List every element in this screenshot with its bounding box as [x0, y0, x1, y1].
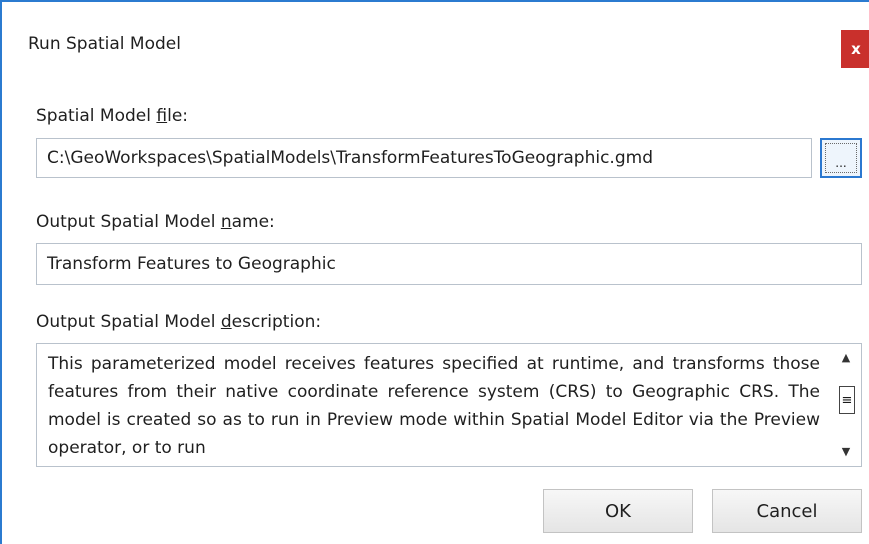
run-spatial-model-dialog: Run Spatial Model x Spatial Model file: …: [0, 0, 869, 544]
description-scrollbar[interactable]: ▲ ≡ ▼: [831, 344, 861, 466]
output-model-name-label: Output Spatial Model name:: [36, 212, 275, 232]
chevron-down-icon[interactable]: ▼: [837, 442, 855, 460]
spatial-model-file-value: C:\GeoWorkspaces\SpatialModels\Transform…: [47, 148, 653, 168]
spatial-model-file-label: Spatial Model file:: [36, 106, 189, 126]
scroll-thumb[interactable]: ≡: [839, 386, 855, 414]
output-model-name-value: Transform Features to Geographic: [47, 254, 336, 274]
output-model-description-text: This parameterized model receives featur…: [48, 354, 820, 458]
close-icon: x: [851, 40, 861, 58]
chevron-up-icon[interactable]: ▲: [837, 348, 855, 366]
output-model-name-input[interactable]: Transform Features to Geographic: [36, 243, 862, 285]
spatial-model-file-input[interactable]: C:\GeoWorkspaces\SpatialModels\Transform…: [36, 138, 812, 178]
output-model-description-textarea[interactable]: This parameterized model receives featur…: [36, 343, 862, 467]
browse-button[interactable]: ...: [820, 138, 862, 178]
close-button[interactable]: x: [841, 30, 869, 68]
output-model-description-label: Output Spatial Model description:: [36, 312, 322, 332]
dialog-title: Run Spatial Model: [28, 34, 181, 54]
focus-rectangle: [825, 143, 857, 173]
cancel-button[interactable]: Cancel: [712, 489, 862, 533]
ok-button[interactable]: OK: [543, 489, 693, 533]
grip-icon: ≡: [841, 392, 853, 408]
